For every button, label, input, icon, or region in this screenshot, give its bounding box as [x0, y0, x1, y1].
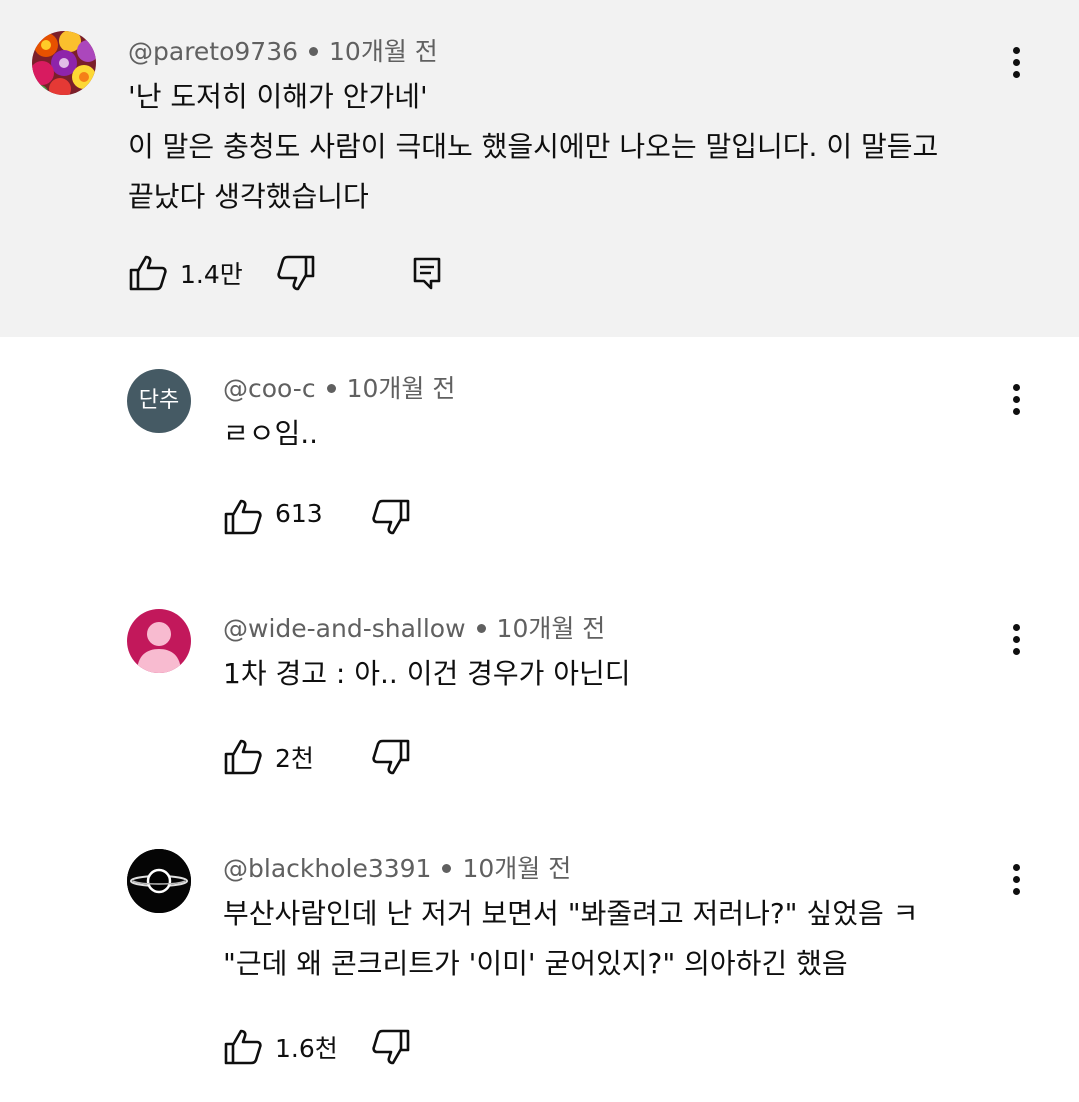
- avatar-initials: 단추: [138, 388, 180, 413]
- avatar[interactable]: 단추: [127, 369, 191, 433]
- comment-actions: 2천: [223, 737, 423, 777]
- like-icon[interactable]: [223, 1027, 263, 1067]
- comment-meta: @wide-and-shallow 10개월 전: [223, 609, 605, 645]
- dislike-icon[interactable]: [371, 1027, 411, 1067]
- more-options-button[interactable]: [996, 615, 1036, 665]
- blackhole-avatar-image: [127, 849, 191, 913]
- separator-dot: [309, 46, 319, 56]
- comment-meta: @blackhole3391 10개월 전: [223, 849, 571, 885]
- like-count: 2천: [275, 744, 314, 773]
- comment-actions: 1.4만: [128, 253, 458, 293]
- comment-thread-item: @wide-and-shallow 10개월 전 1차 경고 : 아.. 이건 경…: [0, 577, 1079, 817]
- separator-dot: [476, 623, 486, 633]
- separator-dot: [442, 863, 452, 873]
- comment-line: "근데 왜 콘크리트가 '이미' 굳어있지?" 의아하긴 했음: [223, 947, 848, 980]
- like-count: 1.4만: [180, 260, 243, 289]
- comment-line: 이 말은 충청도 사람이 극대노 했을시에만 나오는 말입니다. 이 말듣고: [128, 130, 939, 163]
- flower-avatar-image: [32, 31, 96, 95]
- more-options-button[interactable]: [996, 855, 1036, 905]
- comment-thread-item: @pareto9736 10개월 전 '난 도저히 이해가 안가네' 이 말은 충…: [0, 0, 1079, 337]
- comment-meta: @coo-c 10개월 전: [223, 369, 455, 405]
- comment-actions: 613: [223, 497, 423, 537]
- dislike-icon[interactable]: [276, 253, 316, 293]
- avatar[interactable]: [127, 849, 191, 913]
- comment-author[interactable]: @pareto9736: [128, 37, 298, 66]
- comment-actions: 1.6천: [223, 1027, 423, 1067]
- comment-meta: @pareto9736 10개월 전: [128, 32, 438, 68]
- comment-thread-item: @blackhole3391 10개월 전 부산사람인데 난 저거 보면서 "봐줄…: [0, 817, 1079, 1102]
- comment-text: 1차 경고 : 아.. 이건 경우가 아닌디: [223, 649, 631, 699]
- dislike-icon[interactable]: [371, 737, 411, 777]
- comment-text: ㄹㅇ임..: [223, 409, 318, 459]
- like-icon[interactable]: [128, 253, 168, 293]
- like-icon[interactable]: [223, 497, 263, 537]
- comment-author[interactable]: @coo-c: [223, 374, 316, 403]
- dislike-icon[interactable]: [371, 497, 411, 537]
- reply-icon[interactable]: [407, 253, 447, 293]
- comment-line: 1차 경고 : 아.. 이건 경우가 아닌디: [223, 657, 631, 690]
- more-options-button[interactable]: [996, 38, 1036, 88]
- comment-author[interactable]: @blackhole3391: [223, 854, 431, 883]
- comment-line: 끝났다 생각했습니다: [128, 180, 369, 213]
- comment-text: '난 도저히 이해가 안가네' 이 말은 충청도 사람이 극대노 했을시에만 나…: [128, 72, 938, 222]
- user-silhouette-icon: [137, 622, 181, 673]
- comment-author[interactable]: @wide-and-shallow: [223, 614, 466, 643]
- comment-line: '난 도저히 이해가 안가네': [128, 80, 428, 113]
- comment-thread-item: 단추 @coo-c 10개월 전 ㄹㅇ임.. 613: [0, 337, 1079, 577]
- comment-line: 부산사람인데 난 저거 보면서 "봐줄려고 저러나?" 싶었음 ㅋ: [223, 897, 919, 930]
- comment-time: 10개월 전: [346, 374, 456, 403]
- avatar[interactable]: [32, 31, 96, 95]
- comment-line: ㄹㅇ임..: [223, 417, 319, 450]
- comment-time: 10개월 전: [462, 854, 572, 883]
- more-options-button[interactable]: [996, 375, 1036, 425]
- comment-time: 10개월 전: [329, 37, 438, 66]
- like-count: 1.6천: [275, 1034, 338, 1063]
- separator-dot: [326, 383, 336, 393]
- avatar[interactable]: [127, 609, 191, 673]
- comment-text: 부산사람인데 난 저거 보면서 "봐줄려고 저러나?" 싶었음 ㅋ "근데 왜 …: [223, 889, 918, 989]
- like-count: 613: [275, 499, 323, 528]
- like-icon[interactable]: [223, 737, 263, 777]
- comment-time: 10개월 전: [496, 614, 606, 643]
